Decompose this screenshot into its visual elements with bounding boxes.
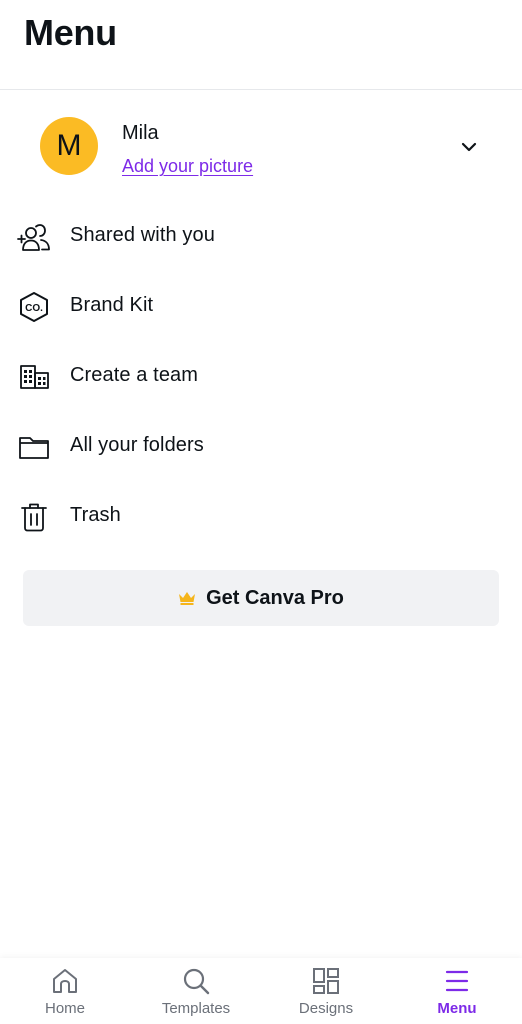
nav-item-designs[interactable]: Designs (261, 958, 391, 1024)
home-icon (53, 969, 77, 993)
search-icon (183, 968, 210, 995)
designs-grid-icon (313, 968, 339, 994)
menu-screen: Menu M Mila Add your picture Shared with… (0, 0, 522, 1024)
nav-item-templates[interactable]: Templates (131, 958, 261, 1024)
avatar[interactable]: M (40, 117, 98, 175)
nav-label-menu: Menu (437, 1000, 477, 1017)
menu-item-shared-with-you[interactable]: Shared with you (0, 202, 522, 272)
nav-label-designs: Designs (298, 1000, 354, 1017)
profile-section[interactable]: M Mila Add your picture (0, 90, 522, 202)
shared-people-icon (17, 224, 50, 251)
hamburger-icon (445, 970, 469, 992)
chevron-down-icon[interactable] (458, 136, 480, 158)
crown-icon (179, 592, 196, 605)
get-canva-pro-button[interactable]: Get Canva Pro (23, 570, 499, 626)
menu-item-create-team[interactable]: Create a team (0, 342, 522, 412)
page-title: Menu (24, 12, 117, 53)
menu-item-label: Shared with you (70, 224, 215, 246)
bottom-nav: Home Templates Designs Menu (0, 958, 522, 1024)
menu-item-label: All your folders (70, 434, 204, 456)
menu-item-trash[interactable]: Trash (0, 482, 522, 552)
add-picture-link[interactable]: Add your picture (122, 156, 253, 177)
nav-label-home: Home (44, 1000, 85, 1017)
trash-icon (21, 503, 47, 532)
nav-label-templates: Templates (161, 1000, 231, 1017)
nav-item-home[interactable]: Home (0, 958, 130, 1024)
menu-item-all-folders[interactable]: All your folders (0, 412, 522, 482)
svg-text:CO.: CO. (25, 303, 43, 314)
nav-item-menu[interactable]: Menu (392, 958, 522, 1024)
team-building-icon (20, 365, 49, 389)
brand-kit-icon: CO. (20, 292, 48, 322)
menu-list: Shared with you CO. Brand Kit Create a t… (0, 202, 522, 552)
menu-item-brand-kit[interactable]: CO. Brand Kit (0, 272, 522, 342)
header: Menu (0, 0, 522, 90)
profile-name: Mila (122, 122, 159, 144)
menu-item-label: Trash (70, 504, 121, 526)
get-canva-pro-label: Get Canva Pro (206, 586, 344, 609)
menu-item-label: Brand Kit (70, 294, 154, 316)
folder-icon (19, 437, 49, 459)
menu-item-label: Create a team (70, 364, 199, 386)
